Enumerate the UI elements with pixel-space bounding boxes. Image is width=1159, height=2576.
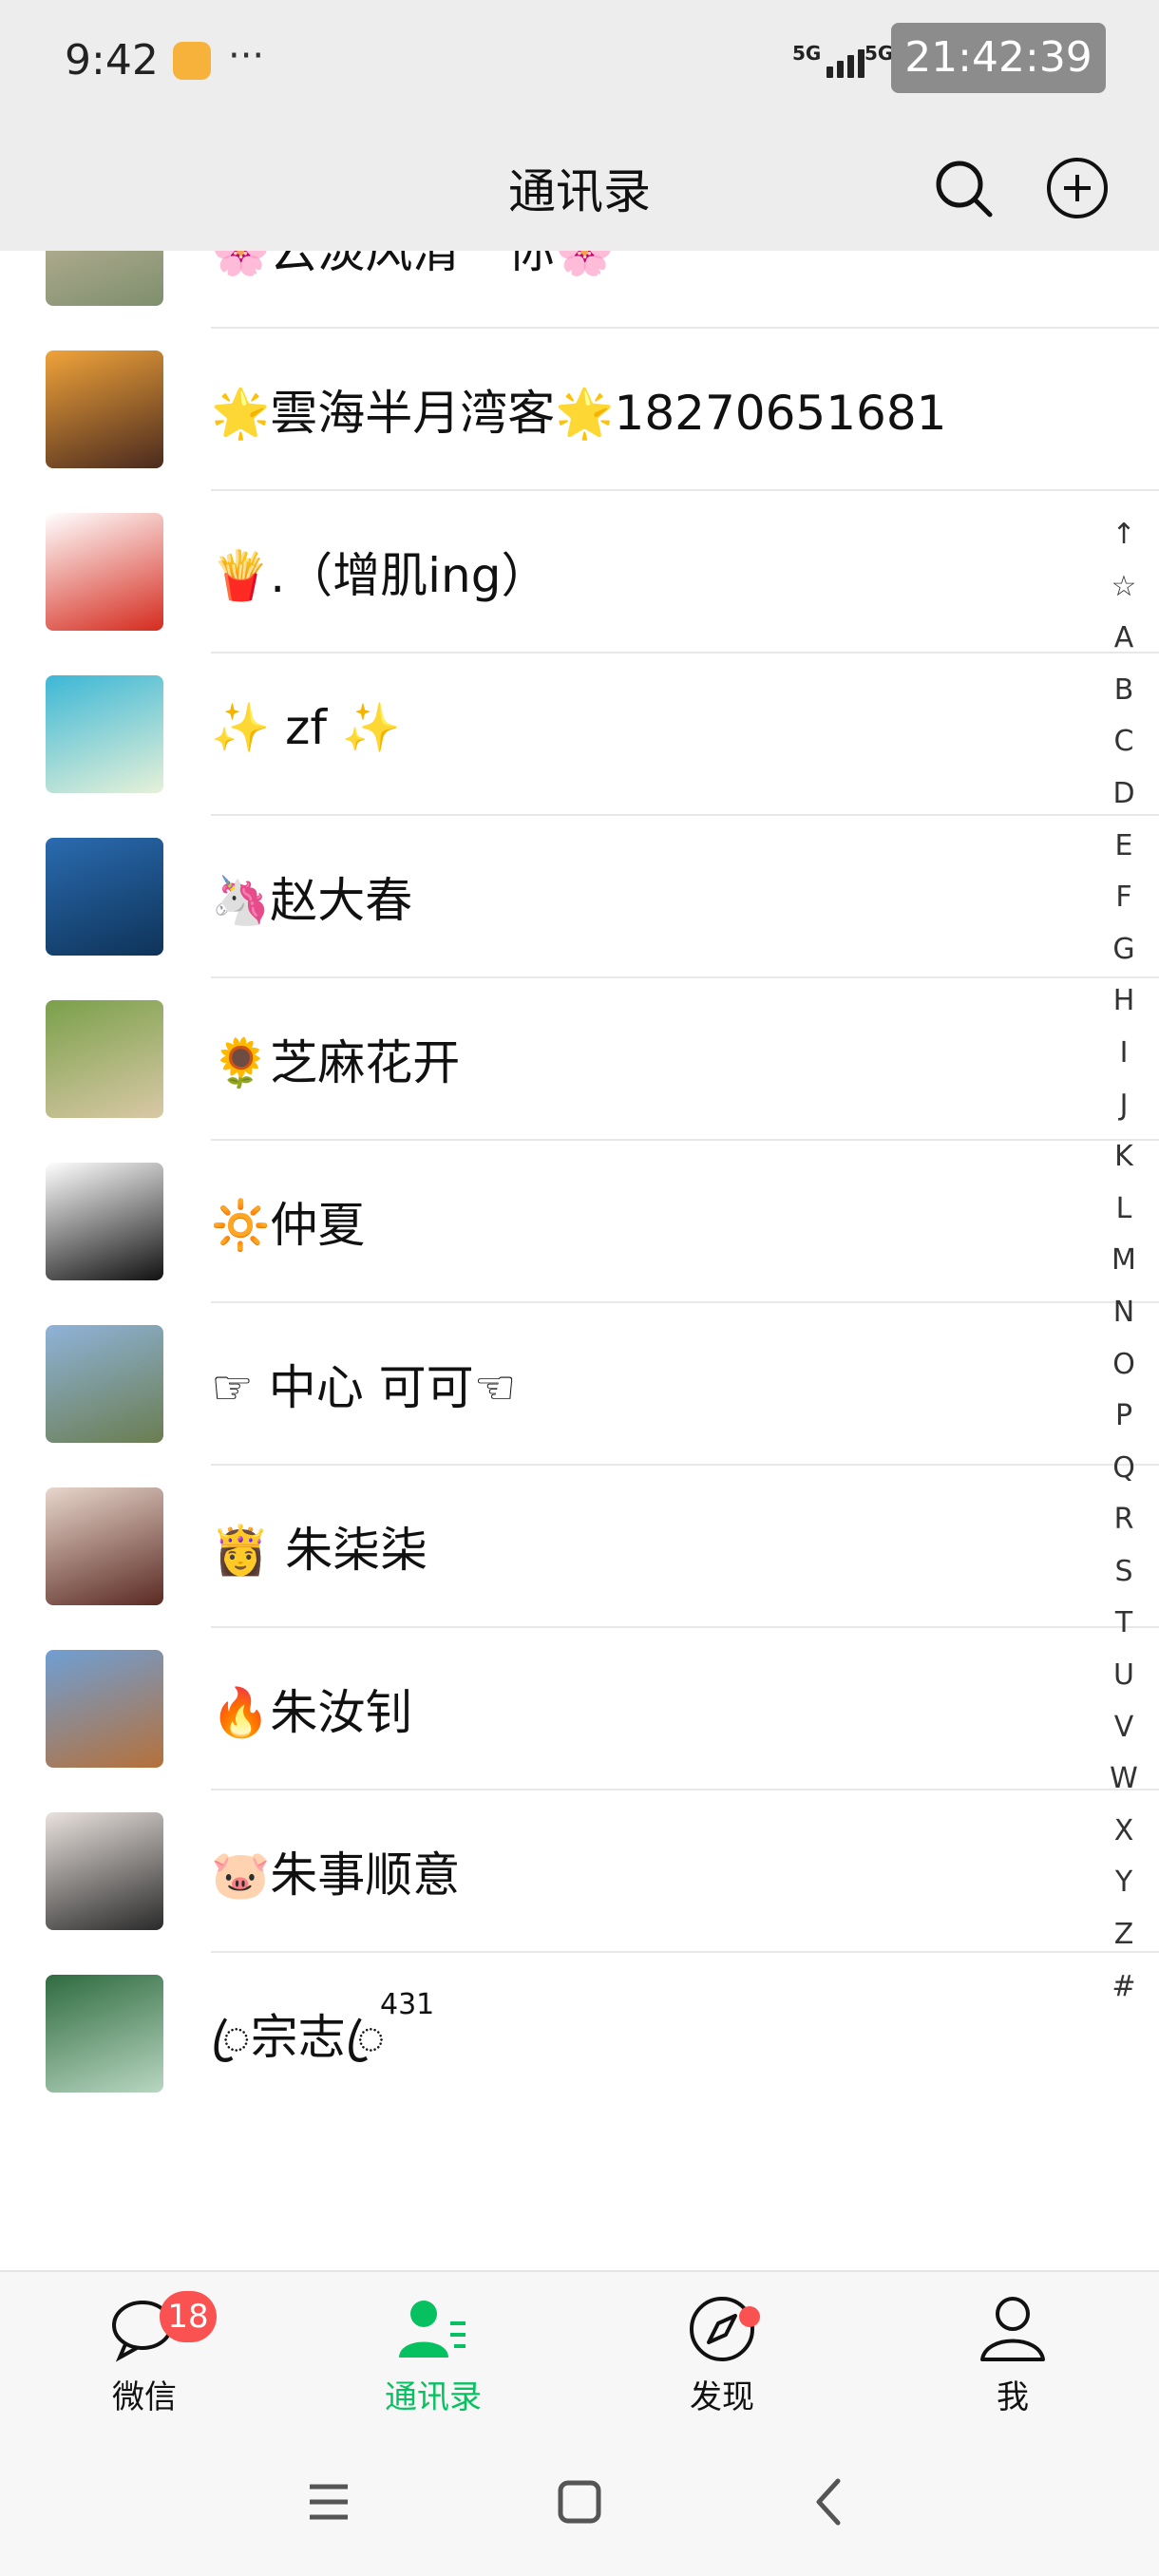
contact-name: 🐷朱事顺意 [211, 1847, 461, 1903]
contact-name: 🌟雲海半月湾客🌟18270651681 [211, 386, 947, 441]
tab-label: 我 [997, 2378, 1029, 2416]
contact-row[interactable]: ✨ zf ✨ [0, 653, 1159, 816]
avatar [46, 675, 163, 793]
contact-name: 🔥朱汝钊 [211, 1685, 413, 1740]
index-letter[interactable]: F [1115, 872, 1131, 924]
index-letter[interactable]: L [1116, 1184, 1132, 1236]
index-letter[interactable]: X [1114, 1806, 1134, 1858]
contact-name: ꦿ宗志ꦿ [211, 2010, 386, 2065]
tab-label: 微信 [112, 2378, 177, 2416]
status-bar: 9:42 ··· 5G 5G 21:42:39 [0, 0, 1159, 125]
contact-row[interactable]: 🦄赵大春 [0, 815, 1159, 978]
avatar [46, 513, 163, 631]
index-letter[interactable]: E [1115, 821, 1133, 873]
index-letter[interactable]: J [1120, 1080, 1129, 1132]
status-time: 9:42 [65, 36, 159, 85]
app-notification-icon [173, 42, 211, 80]
contact-row[interactable]: 👸 朱柒柒 [0, 1465, 1159, 1628]
index-letter[interactable]: I [1120, 1028, 1129, 1080]
contacts-icon [399, 2301, 466, 2358]
new-moments-dot [739, 2306, 760, 2327]
index-letter[interactable]: Q [1112, 1443, 1135, 1495]
avatar [46, 251, 163, 306]
more-notifications-icon: ··· [228, 34, 265, 78]
index-letter[interactable]: ☆ [1112, 561, 1137, 614]
contact-name: ✨ zf ✨ [211, 700, 402, 755]
index-letter[interactable]: B [1114, 665, 1134, 717]
home-square-icon[interactable] [551, 2473, 608, 2530]
index-letter[interactable]: G [1112, 924, 1134, 976]
contact-name: 🔆仲夏 [211, 1198, 366, 1253]
contact-row[interactable]: 🌸云淡风清一你🌸 [0, 251, 1159, 329]
index-letter[interactable]: A [1114, 613, 1134, 665]
contact-row[interactable]: 🔆仲夏 [0, 1140, 1159, 1303]
avatar [46, 1000, 163, 1118]
index-letter[interactable]: N [1113, 1287, 1134, 1339]
tab-contacts[interactable]: 通讯录 [338, 2291, 528, 2417]
contact-row[interactable]: 🐷朱事顺意 [0, 1790, 1159, 1953]
avatar [46, 1487, 163, 1605]
contact-row[interactable]: 🌻芝麻花开 [0, 977, 1159, 1141]
index-letter[interactable]: Z [1114, 1909, 1134, 1961]
index-letter[interactable]: P [1115, 1391, 1132, 1443]
contact-name: 👸 朱柒柒 [211, 1523, 428, 1578]
add-circle-icon[interactable] [1041, 152, 1113, 224]
menu-icon[interactable] [300, 2473, 357, 2530]
contact-list[interactable]: 🌸云淡风清一你🌸 🌟雲海半月湾客🌟18270651681 🍟.（增肌ing） ✨ zf… [0, 251, 1159, 2107]
index-letter[interactable]: D [1112, 768, 1134, 821]
contact-name-suffix: 431 [380, 1988, 435, 2021]
alphabet-index-bar[interactable]: ↑ ☆ A B C D E F G H I J K L M N O P Q R S T U V W X Y Z # [1108, 509, 1140, 2013]
index-letter[interactable]: H [1113, 975, 1135, 1028]
contact-row[interactable]: 🔥朱汝钊 [0, 1627, 1159, 1790]
index-letter[interactable]: S [1114, 1546, 1132, 1599]
tab-discover[interactable]: 发现 [627, 2291, 817, 2417]
avatar [46, 1325, 163, 1443]
index-letter[interactable]: W [1110, 1753, 1138, 1806]
unread-badge: 18 [160, 2291, 217, 2342]
index-letter[interactable]: V [1114, 1702, 1134, 1754]
index-letter[interactable]: ↑ [1112, 509, 1135, 561]
avatar [46, 1975, 163, 2093]
back-chevron-icon[interactable] [802, 2473, 859, 2530]
compass-icon [690, 2297, 754, 2361]
search-icon[interactable] [927, 152, 999, 224]
tab-label: 发现 [690, 2378, 754, 2416]
avatar [46, 1812, 163, 1930]
tab-chats[interactable]: 18 微信 [49, 2291, 239, 2417]
avatar [46, 1163, 163, 1280]
avatar [46, 1650, 163, 1768]
avatar [46, 350, 163, 468]
system-nav-bar [0, 2434, 1159, 2576]
index-letter[interactable]: Y [1115, 1857, 1132, 1909]
index-letter[interactable]: T [1115, 1598, 1132, 1650]
index-letter[interactable]: R [1114, 1494, 1134, 1546]
contact-name: 🌸云淡风清一你🌸 [211, 251, 615, 278]
contact-name: 🍟.（增肌ing） [211, 548, 549, 603]
contact-name: ☞ 中心 可可☜ [211, 1360, 517, 1415]
index-letter[interactable]: M [1112, 1235, 1136, 1287]
contact-row[interactable]: ☞ 中心 可可☜ [0, 1302, 1159, 1466]
tab-label: 通讯录 [385, 2378, 482, 2416]
index-letter[interactable]: O [1112, 1339, 1135, 1392]
tab-me[interactable]: 我 [918, 2291, 1108, 2417]
contact-row[interactable]: 🍟.（增肌ing） [0, 490, 1159, 653]
contact-row[interactable]: ꦿ宗志ꦿ 431 [0, 1952, 1159, 2107]
contact-row[interactable]: 🌟雲海半月湾客🌟18270651681 [0, 328, 1159, 491]
index-letter[interactable]: C [1114, 716, 1134, 768]
avatar [46, 838, 163, 956]
index-letter[interactable]: # [1112, 1961, 1135, 2014]
app-header: 通讯录 [0, 125, 1159, 251]
clock-overlay: 21:42:39 [891, 23, 1106, 93]
contact-name: 🦄赵大春 [211, 873, 413, 928]
bottom-tab-bar: 18 微信 通讯录 发现 我 [0, 2270, 1159, 2434]
index-letter[interactable]: U [1113, 1650, 1134, 1702]
person-icon [980, 2297, 1045, 2361]
signal-1-icon: 5G [792, 42, 865, 78]
index-letter[interactable]: K [1114, 1131, 1133, 1184]
contact-name: 🌻芝麻花开 [211, 1035, 461, 1090]
